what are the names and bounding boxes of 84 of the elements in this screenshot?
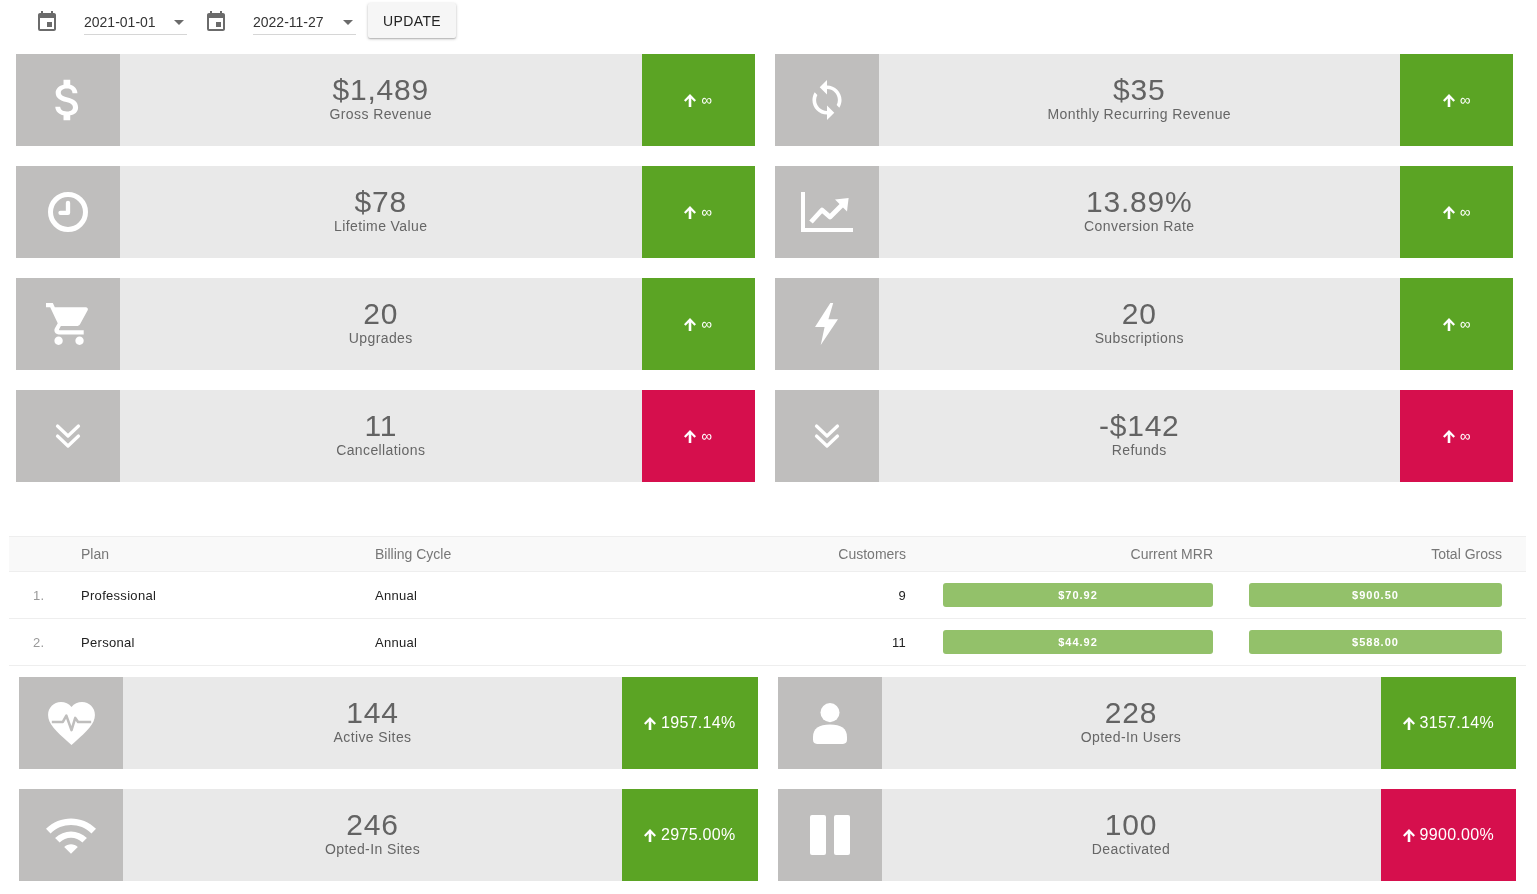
column-header: Billing Cycle [375,546,452,562]
sync-icon [811,80,842,120]
update-button[interactable]: UPDATE [368,3,456,38]
arrow-up-icon [684,93,697,107]
table-cell: 11 [891,634,906,650]
metric-label: Opted-In Sites [324,841,421,857]
metric-value: 144 [346,697,399,729]
column-header: Plan [81,546,110,562]
change-value: ∞ [701,92,712,108]
arrow-up-icon [1442,429,1455,443]
metric-value: 246 [346,809,399,841]
row-number: 1. [33,587,45,603]
metric-value: $78 [354,186,407,218]
change-value: ∞ [701,204,712,220]
clock-icon [48,192,88,232]
row-number: 2. [33,634,45,650]
column-header: Current MRR [1130,546,1213,562]
change-value: ∞ [1459,92,1471,108]
cart-icon [46,303,90,345]
metric-value: 100 [1104,809,1158,841]
caret-icon [174,19,184,25]
heart-pulse-icon [47,701,95,745]
metric-value: -$142 [1098,410,1180,442]
arrow-up-icon [1402,716,1415,730]
dollar-icon [55,79,81,121]
arrow-up-icon [1442,317,1455,331]
table-cell: Annual [375,634,418,650]
table-cell: Personal [81,634,135,650]
metric-value: $1,489 [332,74,430,106]
change-value: ∞ [1459,428,1471,444]
arrow-up-icon [1402,828,1415,842]
metric-label: Deactivated [1091,841,1171,857]
metric-value: 20 [1121,298,1157,330]
change-value: 1957.14% [661,715,736,731]
table-cell: Annual [375,587,418,603]
metric-value: 228 [1104,697,1158,729]
arrow-up-icon [684,429,697,443]
column-header: Customers [838,546,906,562]
metric-label: Gross Revenue [329,106,432,122]
change-value: 2975.00% [661,827,736,843]
change-value: 3157.14% [1419,715,1494,731]
amount-tag: $900.50 [1249,583,1502,607]
metric-label: Conversion Rate [1084,218,1195,234]
calendar-icon [207,10,225,31]
amount-tag: $70.92 [943,583,1213,607]
amount-tag: $44.92 [943,630,1213,654]
change-value: 9900.00% [1419,827,1494,843]
arrow-up-icon [644,828,657,842]
metric-label: Active Sites [333,729,412,745]
metric-value: 20 [363,298,399,330]
lightning-icon [815,302,838,346]
change-value: ∞ [701,428,712,444]
amount-tag: $588.00 [1249,630,1502,654]
double-chevron-down-icon [55,423,81,449]
metric-label: Upgrades [348,330,413,346]
metric-value: 13.89% [1085,186,1193,218]
arrow-up-icon [1442,205,1455,219]
metric-value: $35 [1113,74,1166,106]
calendar-icon [38,10,56,31]
change-value: ∞ [1459,204,1471,220]
column-header: Total Gross [1431,546,1502,562]
date-field[interactable]: 2022-11-27 [253,10,356,35]
metric-label: Refunds [1111,442,1167,458]
metric-value: 11 [364,410,398,442]
user-icon [812,702,847,744]
change-value: ∞ [1459,316,1471,332]
caret-icon [343,19,353,25]
metric-label: Cancellations [336,442,426,458]
arrow-up-icon [684,317,697,331]
line-chart-icon [800,192,853,232]
metric-label: Lifetime Value [334,218,428,234]
wifi-icon [46,816,96,854]
date-field[interactable]: 2021-01-01 [84,10,187,35]
metric-label: Opted-In Users [1080,729,1182,745]
arrow-up-icon [684,205,697,219]
metric-label: Monthly Recurring Revenue [1047,106,1231,122]
table-cell: 9 [898,587,906,603]
metric-label: Subscriptions [1094,330,1184,346]
change-value: ∞ [701,316,712,332]
arrow-up-icon [644,716,657,730]
pause-icon [809,815,850,855]
arrow-up-icon [1442,93,1455,107]
table-cell: Professional [81,587,157,603]
double-chevron-down-icon [813,423,840,449]
